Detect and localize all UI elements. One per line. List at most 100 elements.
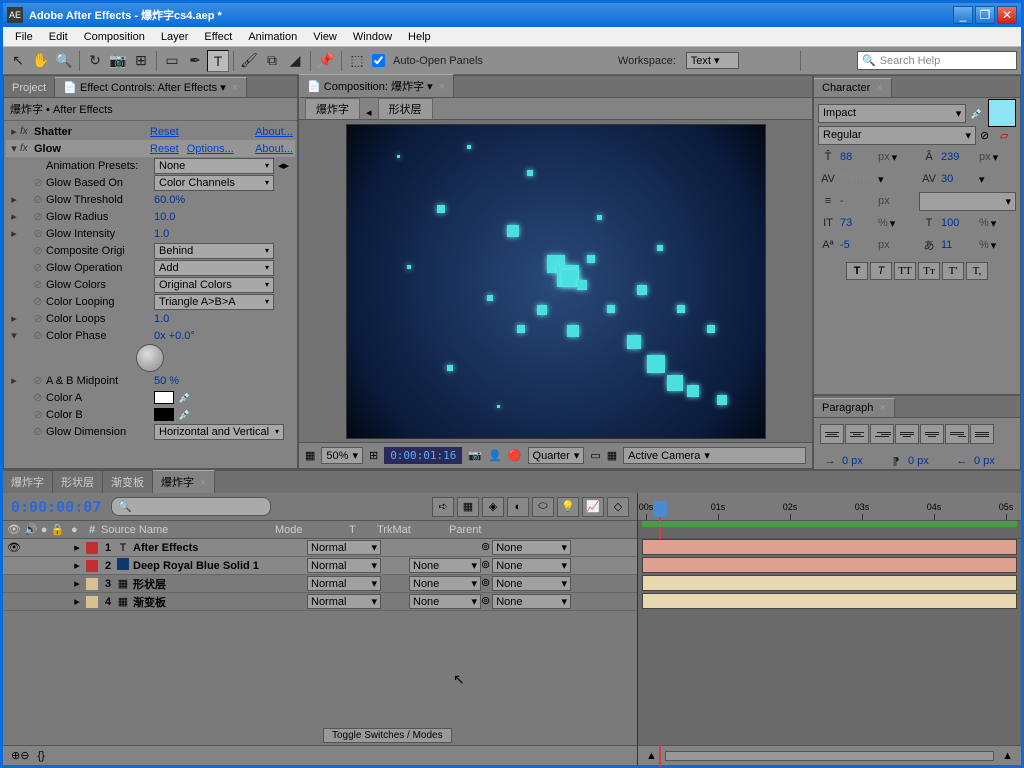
tl-tool-motion-blur[interactable]: ⬭ (532, 497, 554, 517)
stroke-value[interactable]: - (840, 195, 876, 207)
hand-tool[interactable]: ✋ (30, 50, 52, 72)
roi-icon[interactable]: ▭ (590, 449, 600, 462)
subscript-button[interactable]: T, (966, 262, 988, 280)
tracking-value[interactable]: 30 (941, 173, 977, 185)
toggle-switches-button[interactable]: Toggle Switches / Modes (323, 728, 452, 743)
current-time[interactable]: 0:00:01:16 (384, 447, 462, 464)
tab-character[interactable]: Character× (814, 78, 892, 97)
tl-tool-shy[interactable]: ➪ (432, 497, 454, 517)
zoom-tool[interactable]: 🔍 (53, 50, 75, 72)
menu-view[interactable]: View (305, 29, 345, 45)
glow-about[interactable]: About... (255, 143, 293, 155)
timeline-tab-1[interactable]: 爆炸字 (3, 471, 53, 493)
tl-braces-icon[interactable]: {} (37, 750, 44, 762)
align-center-button[interactable] (845, 424, 869, 444)
tab-paragraph[interactable]: Paragraph× (814, 398, 895, 417)
glow-5-dropdown[interactable]: Add▾ (154, 260, 274, 276)
menu-layer[interactable]: Layer (153, 29, 197, 45)
allcaps-button[interactable]: TT (894, 262, 916, 280)
tl-tool-brainstorm[interactable]: 💡 (557, 497, 579, 517)
timeline-tab-4[interactable]: 爆炸字× (153, 470, 215, 493)
maximize-button[interactable]: ❐ (975, 6, 995, 24)
camera-tool[interactable]: 📷 (107, 50, 129, 72)
justify-all-button[interactable] (970, 424, 994, 444)
glow-3-value[interactable]: 1.0 (154, 228, 169, 240)
animation-presets-dropdown[interactable]: None▾ (154, 158, 274, 174)
align-right-button[interactable] (870, 424, 894, 444)
font-style-dropdown[interactable]: Regular▾ (818, 126, 976, 145)
glow-1-value[interactable]: 60.0% (154, 194, 185, 206)
indent-left-value[interactable]: 0 px (842, 455, 878, 467)
kerning-value[interactable]: Metrics (840, 173, 876, 185)
tab-project[interactable]: Project (4, 79, 55, 97)
show-channel-icon[interactable]: 👤 (488, 449, 502, 462)
baseline-value[interactable]: -5 (840, 239, 876, 251)
glow-6-dropdown[interactable]: Original Colors▾ (154, 277, 274, 293)
align-left-button[interactable] (820, 424, 844, 444)
tl-tool-graph[interactable]: 📈 (582, 497, 604, 517)
layer-row[interactable]: ▸2Deep Royal Blue Solid 1Normal▾None▾⊚No… (3, 557, 637, 575)
brush-tool[interactable]: 🖌 (238, 50, 260, 72)
tl-tool-auto-keyframe[interactable]: ◇ (607, 497, 629, 517)
menu-window[interactable]: Window (345, 29, 400, 45)
selection-tool[interactable]: ↖ (7, 50, 29, 72)
menu-animation[interactable]: Animation (240, 29, 305, 45)
glow-options[interactable]: Options... (187, 143, 234, 155)
type-tool[interactable]: T (207, 50, 229, 72)
effect-glow[interactable]: Glow (32, 143, 142, 155)
clone-tool[interactable]: ⧉ (261, 50, 283, 72)
workspace-dropdown[interactable]: Text ▾ (686, 52, 739, 69)
tab-effect-controls[interactable]: 📄 Effect Controls: After Effects ▾× (55, 77, 247, 97)
zoom-dropdown[interactable]: 50% ▾ (321, 447, 363, 464)
time-ruler[interactable]: 00s01s02s03s04s05s (638, 493, 1021, 521)
rotate-tool[interactable]: ↻ (84, 50, 106, 72)
pan-behind-tool[interactable]: ⊞ (130, 50, 152, 72)
breadcrumb-1[interactable]: 爆炸字 (305, 98, 360, 119)
justify-last-center-button[interactable] (920, 424, 944, 444)
no-fill-icon[interactable]: ⊘ (980, 129, 996, 142)
tsume-value[interactable]: 11 (941, 239, 977, 251)
view-dropdown[interactable]: Active Camera ▾ (623, 447, 806, 464)
close-button[interactable]: ✕ (997, 6, 1017, 24)
menu-file[interactable]: File (7, 29, 41, 45)
layer-row[interactable]: ▸4▦渐变板Normal▾None▾⊚None▾ (3, 593, 637, 611)
bold-button[interactable]: T (846, 262, 868, 280)
puppet-tool[interactable]: 📌 (315, 50, 337, 72)
stroke-style-dropdown[interactable]: ▾ (919, 192, 1016, 211)
local-axis-tool[interactable]: ⬚ (346, 50, 368, 72)
stroke-swatch[interactable]: ▱ (1000, 129, 1016, 142)
superscript-button[interactable]: T' (942, 262, 964, 280)
composition-viewer[interactable] (346, 124, 766, 439)
timeline-search[interactable]: 🔍 (111, 497, 271, 516)
channel-icon[interactable]: 🔴 (508, 449, 522, 462)
effect-shatter[interactable]: Shatter (32, 126, 142, 138)
glow-reset[interactable]: Reset (150, 143, 179, 155)
menu-help[interactable]: Help (400, 29, 439, 45)
glow-7-dropdown[interactable]: Triangle A>B>A▾ (154, 294, 274, 310)
font-size-value[interactable]: 88 (840, 151, 876, 163)
glow-0-dropdown[interactable]: Color Channels▾ (154, 175, 274, 191)
resolution-icon[interactable]: ⊞ (369, 449, 378, 462)
resolution-dropdown[interactable]: Quarter ▾ (528, 447, 585, 464)
minimize-button[interactable]: _ (953, 6, 973, 24)
snapshot-icon[interactable]: 📷 (468, 449, 482, 462)
justify-last-left-button[interactable] (895, 424, 919, 444)
midpoint-value[interactable]: 50 % (154, 375, 179, 387)
italic-button[interactable]: T (870, 262, 892, 280)
glow-2-value[interactable]: 10.0 (154, 211, 175, 223)
timeline-timecode[interactable]: 0:00:00:07 (11, 498, 101, 516)
indent-right-value[interactable]: 0 px (974, 455, 1010, 467)
smallcaps-button[interactable]: Tᴛ (918, 262, 940, 280)
timeline-tab-2[interactable]: 形状层 (53, 471, 103, 493)
fill-color-swatch[interactable] (988, 99, 1016, 127)
tab-composition[interactable]: 📄 Composition: 爆炸字 ▾× (299, 74, 454, 97)
transparency-icon[interactable]: ▦ (607, 449, 617, 462)
tl-tool-collapse[interactable]: ▦ (457, 497, 479, 517)
color-a-swatch[interactable] (154, 391, 174, 404)
menu-effect[interactable]: Effect (196, 29, 240, 45)
grid-icon[interactable]: ▦ (305, 449, 315, 462)
eraser-tool[interactable]: ◢ (284, 50, 306, 72)
menu-edit[interactable]: Edit (41, 29, 76, 45)
shape-tool[interactable]: ▭ (161, 50, 183, 72)
layer-row[interactable]: 👁▸1TAfter EffectsNormal▾⊚None▾ (3, 539, 637, 557)
